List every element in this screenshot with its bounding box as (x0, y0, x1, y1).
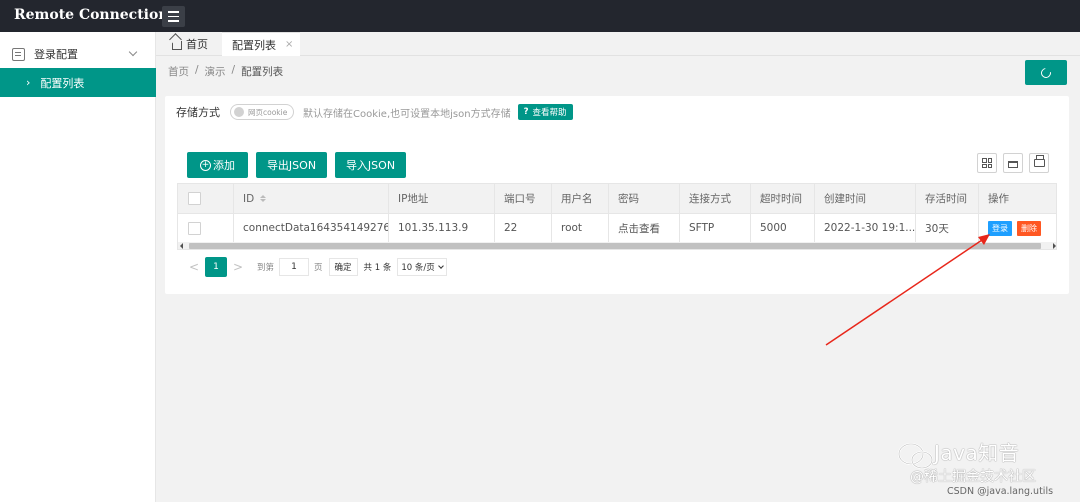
sidebar-item-label: 配置列表 (40, 76, 85, 90)
column-header-timeout: 超时时间 (751, 184, 815, 213)
print-icon (1033, 155, 1045, 167)
refresh-button[interactable] (1025, 60, 1067, 85)
chevron-right-icon: › (26, 76, 31, 89)
column-header-port: 端口号 (495, 184, 552, 213)
column-header-user: 用户名 (552, 184, 609, 213)
tab-bar: 首页 配置列表 × (156, 32, 1080, 56)
delete-button[interactable]: 删除 (1017, 220, 1041, 236)
cell-created: 2022-1-30 19:1... (815, 214, 916, 242)
breadcrumb-demo[interactable]: 演示 (205, 64, 226, 79)
cell-ttl: 30天 (916, 214, 979, 242)
chevron-down-icon (128, 47, 138, 57)
columns-icon (982, 158, 992, 168)
table-header: ID IP地址 端口号 用户名 密码 连接方式 超时时间 创建时间 存活时间 操… (178, 184, 1056, 214)
breadcrumb-separator: / (195, 64, 199, 76)
watermark-community: @稀土掘金技术社区 (910, 469, 1036, 485)
storage-label: 存储方式 (176, 106, 220, 119)
storage-row: 存储方式 网页cookie 默认存储在Cookie,也可设置本地json方式存储… (176, 104, 573, 120)
print-button[interactable] (1029, 153, 1049, 173)
sort-icon[interactable] (260, 195, 267, 202)
hamburger-icon (168, 11, 179, 13)
cell-user: root (552, 214, 609, 242)
add-button[interactable]: + 添加 (187, 152, 248, 178)
page-unit-label: 页 (314, 263, 323, 273)
tab-label: 配置列表 (232, 38, 276, 52)
cell-port: 22 (495, 214, 552, 242)
cell-method: SFTP (680, 214, 751, 242)
app-title: Remote Connection (14, 7, 169, 23)
plus-circle-icon: + (200, 159, 211, 171)
column-header-created: 创建时间 (815, 184, 916, 213)
scrollbar-thumb[interactable] (189, 243, 1041, 249)
chevron-down-icon (437, 263, 444, 269)
sidebar-group-label: 登录配置 (34, 48, 78, 61)
cell-ip: 101.35.113.9 (389, 214, 495, 242)
breadcrumb-home[interactable]: 首页 (168, 64, 189, 79)
export-icon (1008, 161, 1018, 168)
total-count: 共 1 条 (363, 263, 392, 273)
breadcrumb: 首页 / 演示 / 配置列表 (168, 64, 283, 79)
close-icon[interactable]: × (285, 39, 293, 50)
scroll-right-icon[interactable] (1053, 243, 1056, 249)
cell-timeout: 5000 (751, 214, 815, 242)
menu-toggle-button[interactable] (162, 6, 185, 27)
column-filter-button[interactable] (977, 153, 997, 173)
export-button[interactable] (1003, 153, 1023, 173)
storage-description: 默认存储在Cookie,也可设置本地json方式存储 (303, 108, 511, 120)
login-button[interactable]: 登录 (988, 220, 1012, 236)
prev-page-button[interactable]: < (183, 257, 205, 277)
breadcrumb-separator: / (231, 64, 236, 76)
switch-knob (234, 107, 244, 117)
column-header-id[interactable]: ID (234, 184, 389, 213)
horizontal-scrollbar[interactable] (178, 242, 1056, 249)
column-header-ttl: 存活时间 (916, 184, 979, 213)
add-label: 添加 (213, 159, 235, 172)
sidebar: 登录配置 › 配置列表 (0, 32, 156, 502)
breadcrumb-current: 配置列表 (241, 66, 284, 78)
pagination: < 1 > 到第 1 页 确定 共 1 条 10 条/页 (183, 257, 447, 277)
question-icon: ? (523, 107, 529, 117)
sidebar-item-config-list[interactable]: › 配置列表 (0, 68, 156, 97)
column-header-actions: 操作 (988, 193, 1009, 205)
export-json-button[interactable]: 导出JSON (256, 152, 327, 178)
page-size-select[interactable]: 10 条/页 (397, 258, 447, 276)
cell-id: connectData1643541492765 (234, 214, 389, 242)
config-table: ID IP地址 端口号 用户名 密码 连接方式 超时时间 创建时间 存活时间 操… (177, 183, 1057, 250)
sidebar-group-login-config[interactable]: 登录配置 (0, 41, 156, 67)
row-checkbox[interactable] (188, 221, 201, 235)
home-icon (172, 41, 182, 50)
config-card: 存储方式 网页cookie 默认存储在Cookie,也可设置本地json方式存储… (165, 96, 1069, 294)
watermark-csdn: CSDN @java.lang.utils (947, 486, 1054, 497)
next-page-button[interactable]: > (227, 257, 249, 277)
tab-home[interactable]: 首页 (168, 32, 220, 56)
watermark-title: Java知音 (934, 441, 1020, 465)
page-button-current[interactable]: 1 (205, 257, 227, 277)
table-row: connectData1643541492765 101.35.113.9 22… (178, 214, 1056, 242)
help-label: 查看帮助 (532, 108, 567, 118)
column-header-password: 密码 (609, 184, 680, 213)
cell-password-view-link[interactable]: 点击查看 (609, 214, 680, 242)
tab-config-list[interactable]: 配置列表 × (222, 32, 300, 56)
page-number-input[interactable]: 1 (279, 258, 310, 276)
document-icon (12, 47, 25, 61)
goto-label: 到第 (257, 263, 275, 273)
refresh-icon (1039, 65, 1053, 80)
help-button[interactable]: ? 查看帮助 (517, 104, 573, 120)
cell-actions: 登录 删除 (979, 214, 1056, 242)
page-size-value: 10 条/页 (401, 263, 435, 273)
scroll-left-icon[interactable] (180, 243, 183, 249)
column-header-ip: IP地址 (389, 184, 495, 213)
storage-switch[interactable]: 网页cookie (230, 104, 294, 120)
switch-text: 网页cookie (248, 107, 288, 117)
column-header-method: 连接方式 (680, 184, 751, 213)
breadcrumb-bar: 首页 / 演示 / 配置列表 (156, 57, 1080, 87)
top-navbar: Remote Connection (0, 0, 1080, 32)
import-json-button[interactable]: 导入JSON (335, 152, 406, 178)
select-all-checkbox[interactable] (188, 192, 201, 205)
tab-label: 首页 (186, 38, 208, 51)
goto-confirm-button[interactable]: 确定 (328, 258, 358, 276)
